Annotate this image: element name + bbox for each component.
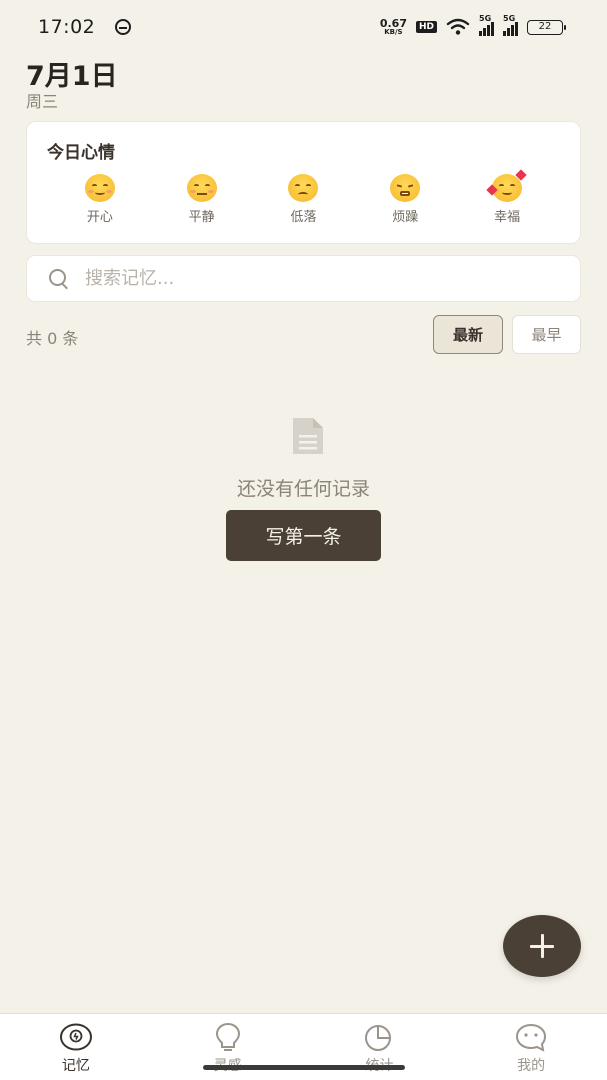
mood-label: 烦躁 <box>392 210 419 225</box>
signal-icon-1: 5G <box>479 14 494 36</box>
mood-label: 幸福 <box>494 210 521 225</box>
network-speed-unit: KB/S <box>384 28 403 36</box>
status-right: 0.67 KB/S HD 5G 5G 22 <box>380 14 566 36</box>
tab-memory[interactable]: 记忆 <box>0 1014 152 1080</box>
mood-label: 低落 <box>290 210 317 225</box>
mood-card: 今日心情 开心 平静 低落 烦躁 幸福 <box>26 121 581 244</box>
pensive-face-icon <box>288 174 319 202</box>
mood-label: 开心 <box>86 210 113 225</box>
tab-profile[interactable]: 我的 <box>455 1014 607 1080</box>
search-input[interactable] <box>85 268 525 289</box>
sort-latest-button[interactable]: 最新 <box>433 315 503 354</box>
relieved-face-icon <box>186 174 217 202</box>
notification-icon <box>115 19 132 35</box>
mood-options: 开心 平静 低落 烦躁 幸福 <box>27 169 580 225</box>
mood-title: 今日心情 <box>47 143 115 163</box>
mood-option-down[interactable]: 低落 <box>273 174 333 225</box>
status-bar: 17:02 0.67 KB/S HD 5G 5G 22 <box>0 0 607 54</box>
mood-option-calm[interactable]: 平静 <box>172 174 232 225</box>
profile-icon <box>516 1023 547 1052</box>
memory-icon <box>59 1023 92 1051</box>
page-weekday: 周三 <box>26 92 59 111</box>
write-first-button[interactable]: 写第一条 <box>226 510 381 561</box>
search-icon <box>49 268 69 289</box>
pie-chart-icon <box>365 1025 392 1051</box>
mood-option-blissful[interactable]: 幸福 <box>477 169 537 225</box>
tab-stats[interactable]: 统计 <box>304 1014 456 1080</box>
mood-option-happy[interactable]: 开心 <box>70 174 130 225</box>
hd-icon: HD <box>415 21 437 33</box>
signal-icon-2: 5G <box>503 14 518 36</box>
tab-label: 记忆 <box>61 1058 90 1074</box>
mood-option-irritated[interactable]: 烦躁 <box>375 174 435 225</box>
sort-earliest-button[interactable]: 最早 <box>512 315 581 354</box>
status-time: 17:02 <box>38 16 96 38</box>
smiling-face-icon <box>84 174 115 202</box>
hearts-face-icon <box>486 169 527 202</box>
empty-message: 还没有任何记录 <box>236 478 370 500</box>
network-speed: 0.67 KB/S <box>380 18 407 36</box>
wifi-icon <box>446 18 470 35</box>
plus-icon <box>530 934 554 958</box>
battery-icon: 22 <box>527 19 566 35</box>
document-icon <box>293 418 323 454</box>
mood-label: 平静 <box>188 210 215 225</box>
record-count: 共 0 条 <box>26 329 79 348</box>
tab-inspiration[interactable]: 灵感 <box>152 1014 304 1080</box>
home-indicator[interactable] <box>203 1065 405 1070</box>
steam-face-icon <box>390 174 421 202</box>
add-button[interactable] <box>503 915 581 977</box>
status-left: 17:02 <box>38 16 132 38</box>
lightbulb-icon <box>215 1022 240 1051</box>
search-bar[interactable] <box>26 255 581 302</box>
tab-label: 我的 <box>517 1058 546 1074</box>
